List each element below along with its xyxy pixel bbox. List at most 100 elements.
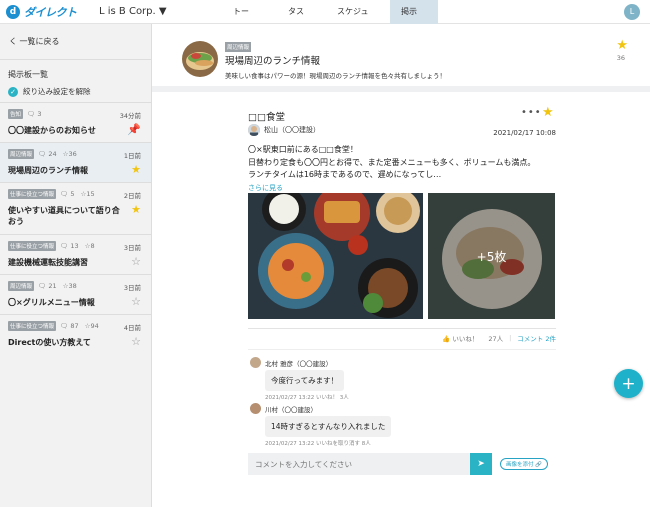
comment-bubble: 14時すぎるとすんなり入れました <box>265 416 392 437</box>
comment-footer: 2021/02/27 13:22 いいね！ 3人 <box>265 395 349 401</box>
board-list: 告知 🗨 3 34分前 〇〇建設からのお知らせ 📌 周辺情報 🗨 24 ☆36 … <box>0 102 151 354</box>
comment-icon: 🗨 <box>60 242 69 250</box>
item-time: 3日前 <box>123 284 141 292</box>
comment-count: 🗨 13 <box>60 242 79 250</box>
item-time: 1日前 <box>123 152 141 160</box>
item-time: 3日前 <box>123 244 141 252</box>
comment-icon: 🗨 <box>27 110 36 118</box>
avatar <box>250 403 261 414</box>
star-count: ☆36 <box>62 150 77 158</box>
star-count: ☆8 <box>84 242 95 250</box>
thumbs-up-icon: 👍 <box>442 335 451 343</box>
organization-switcher[interactable]: L is B Corp. ▼ <box>99 6 219 17</box>
post-body-line: 日替わり定食も〇〇円とお得で、また定番メニューも多く、ボリュームも満点。 <box>248 157 536 167</box>
more-photos-count: +5枚 <box>428 193 555 319</box>
sidebar: く 一覧に戻る 掲示板一覧 ✓ 絞り込み設定を解除 告知 🗨 3 34分前 〇〇… <box>0 24 152 507</box>
comment-icon: 🗨 <box>38 282 47 290</box>
like-button[interactable]: 👍 いいね！ <box>442 333 478 343</box>
board-description: 美味しい食事はパワーの源！現場周辺のランチ情報を色々共有しましょう！ <box>225 72 446 80</box>
tab-schedule[interactable]: スケジュール <box>321 0 390 40</box>
tab-task[interactable]: タスク <box>272 0 321 40</box>
star-filled-icon[interactable]: ★ <box>542 105 554 120</box>
send-icon: ➤ <box>477 459 485 469</box>
comment-input[interactable] <box>248 453 470 475</box>
comment-icon: 🗨 <box>38 150 47 158</box>
send-button[interactable]: ➤ <box>470 453 492 475</box>
plus-icon: + <box>621 373 636 394</box>
board-thumbnail <box>182 41 218 77</box>
comment-count-link[interactable]: コメント 2件 <box>517 333 556 343</box>
list-item[interactable]: 仕事に役立つ情報 🗨 87 ☆94 4日前 Directの使い方教えて ☆ <box>0 314 151 354</box>
app-logo[interactable]: d ダイレクト <box>6 4 86 20</box>
board-list-title: 掲示板一覧 <box>8 70 48 79</box>
comment-bubble: 今度行ってみます！ <box>265 370 345 391</box>
list-item[interactable]: 告知 🗨 3 34分前 〇〇建設からのお知らせ 📌 <box>0 102 151 142</box>
comment-icon: 🗨 <box>60 190 69 198</box>
star-count: ☆38 <box>62 282 77 290</box>
list-item[interactable]: 仕事に役立つ情報 🗨 5 ☆15 2日前 使いやすい道具について語り合おう ★ <box>0 182 151 234</box>
post-body: 〇×駅東口前にある□□食堂！ 日替わり定食も〇〇円とお得で、また定番メニューも多… <box>248 144 556 194</box>
main-nav: トーク タスク スケジュール 掲示板 <box>219 0 438 40</box>
item-title: 使いやすい道具について語り合おう <box>8 206 120 226</box>
comment-count: 🗨 5 <box>60 190 75 198</box>
post-photo[interactable] <box>248 193 423 319</box>
comment-footer: 2021/02/27 13:22 いいねを取り消す 8人 <box>265 441 371 447</box>
board-star-count: 36 <box>616 54 625 62</box>
star-filled-icon[interactable]: ★ <box>131 203 141 216</box>
attach-image-button[interactable]: 画像を添付 🔗 <box>500 458 549 470</box>
list-item[interactable]: 周辺情報 🗨 24 ☆36 1日前 現場周辺のランチ情報 ★ <box>0 142 151 182</box>
comment-count: 🗨 3 <box>27 110 42 118</box>
board-header: 周辺情報 現場周辺のランチ情報 美味しい食事はパワーの源！現場周辺のランチ情報を… <box>152 24 650 92</box>
comment-count: 🗨 21 <box>38 282 57 290</box>
comment-author[interactable]: 北村 雅彦（〇〇建設） <box>265 358 332 368</box>
clear-filter-button[interactable]: ✓ 絞り込み設定を解除 <box>0 80 151 97</box>
avatar <box>248 124 260 136</box>
star-filled-icon[interactable]: ★ <box>131 163 141 176</box>
author-name[interactable]: 松山（〇〇建設） <box>264 125 320 135</box>
add-post-button[interactable]: + <box>614 369 643 398</box>
item-title: 〇〇建設からのお知らせ <box>8 126 96 135</box>
item-title: 建設機械運転技能講習 <box>8 258 88 267</box>
comment-composer: ➤ 画像を添付 🔗 <box>248 453 556 475</box>
post-photo-more[interactable]: +5枚 <box>428 193 555 319</box>
post-reactions: 👍 いいね！ 27人 | コメント 2件 <box>442 333 556 343</box>
check-icon: ✓ <box>8 86 18 97</box>
post-body-line: 〇×駅東口前にある□□食堂！ <box>248 145 358 154</box>
star-empty-icon[interactable]: ☆ <box>131 295 141 308</box>
star-count: ☆94 <box>84 322 99 330</box>
clear-filter-label: 絞り込み設定を解除 <box>23 87 91 96</box>
item-time: 2日前 <box>123 192 141 200</box>
tab-talk[interactable]: トーク <box>219 0 272 40</box>
back-to-list-link[interactable]: く 一覧に戻る <box>0 24 151 60</box>
top-bar: d ダイレクト L is B Corp. ▼ トーク タスク スケジュール 掲示… <box>0 0 650 40</box>
logo-icon: d <box>6 4 20 19</box>
comment-icon: 🗨 <box>60 322 69 330</box>
star-filled-icon[interactable]: ★ <box>616 38 628 53</box>
divider <box>248 349 556 350</box>
divider <box>248 328 556 329</box>
main-panel: 周辺情報 現場周辺のランチ情報 美味しい食事はパワーの源！現場周辺のランチ情報を… <box>152 24 650 507</box>
category-badge: 仕事に役立つ情報 <box>8 189 57 199</box>
category-badge: 周辺情報 <box>8 149 35 159</box>
item-title: 〇×グリルメニュー情報 <box>8 298 95 307</box>
more-options-icon[interactable]: ••• <box>521 107 542 118</box>
item-time: 34分前 <box>119 112 141 120</box>
star-count: ☆15 <box>80 190 95 198</box>
item-title: Directの使い方教えて <box>8 338 91 347</box>
category-badge: 告知 <box>8 109 24 119</box>
comment-author[interactable]: 川村（〇〇建設） <box>265 404 317 414</box>
list-item[interactable]: 周辺情報 🗨 21 ☆38 3日前 〇×グリルメニュー情報 ☆ <box>0 274 151 314</box>
item-title: 現場周辺のランチ情報 <box>8 166 88 175</box>
avatar <box>250 357 261 368</box>
tab-board[interactable]: 掲示板 <box>390 0 438 40</box>
category-badge: 仕事に役立つ情報 <box>8 241 57 251</box>
comment-count: 🗨 24 <box>38 150 57 158</box>
like-count: 27人 <box>488 335 504 343</box>
board-title: 現場周辺のランチ情報 <box>225 56 321 67</box>
user-avatar[interactable]: L <box>624 3 640 20</box>
category-badge: 周辺情報 <box>8 281 35 291</box>
list-item[interactable]: 仕事に役立つ情報 🗨 13 ☆8 3日前 建設機械運転技能講習 ☆ <box>0 234 151 274</box>
star-empty-icon[interactable]: ☆ <box>131 255 141 268</box>
pin-icon[interactable]: 📌 <box>127 123 141 136</box>
star-empty-icon[interactable]: ☆ <box>131 335 141 348</box>
